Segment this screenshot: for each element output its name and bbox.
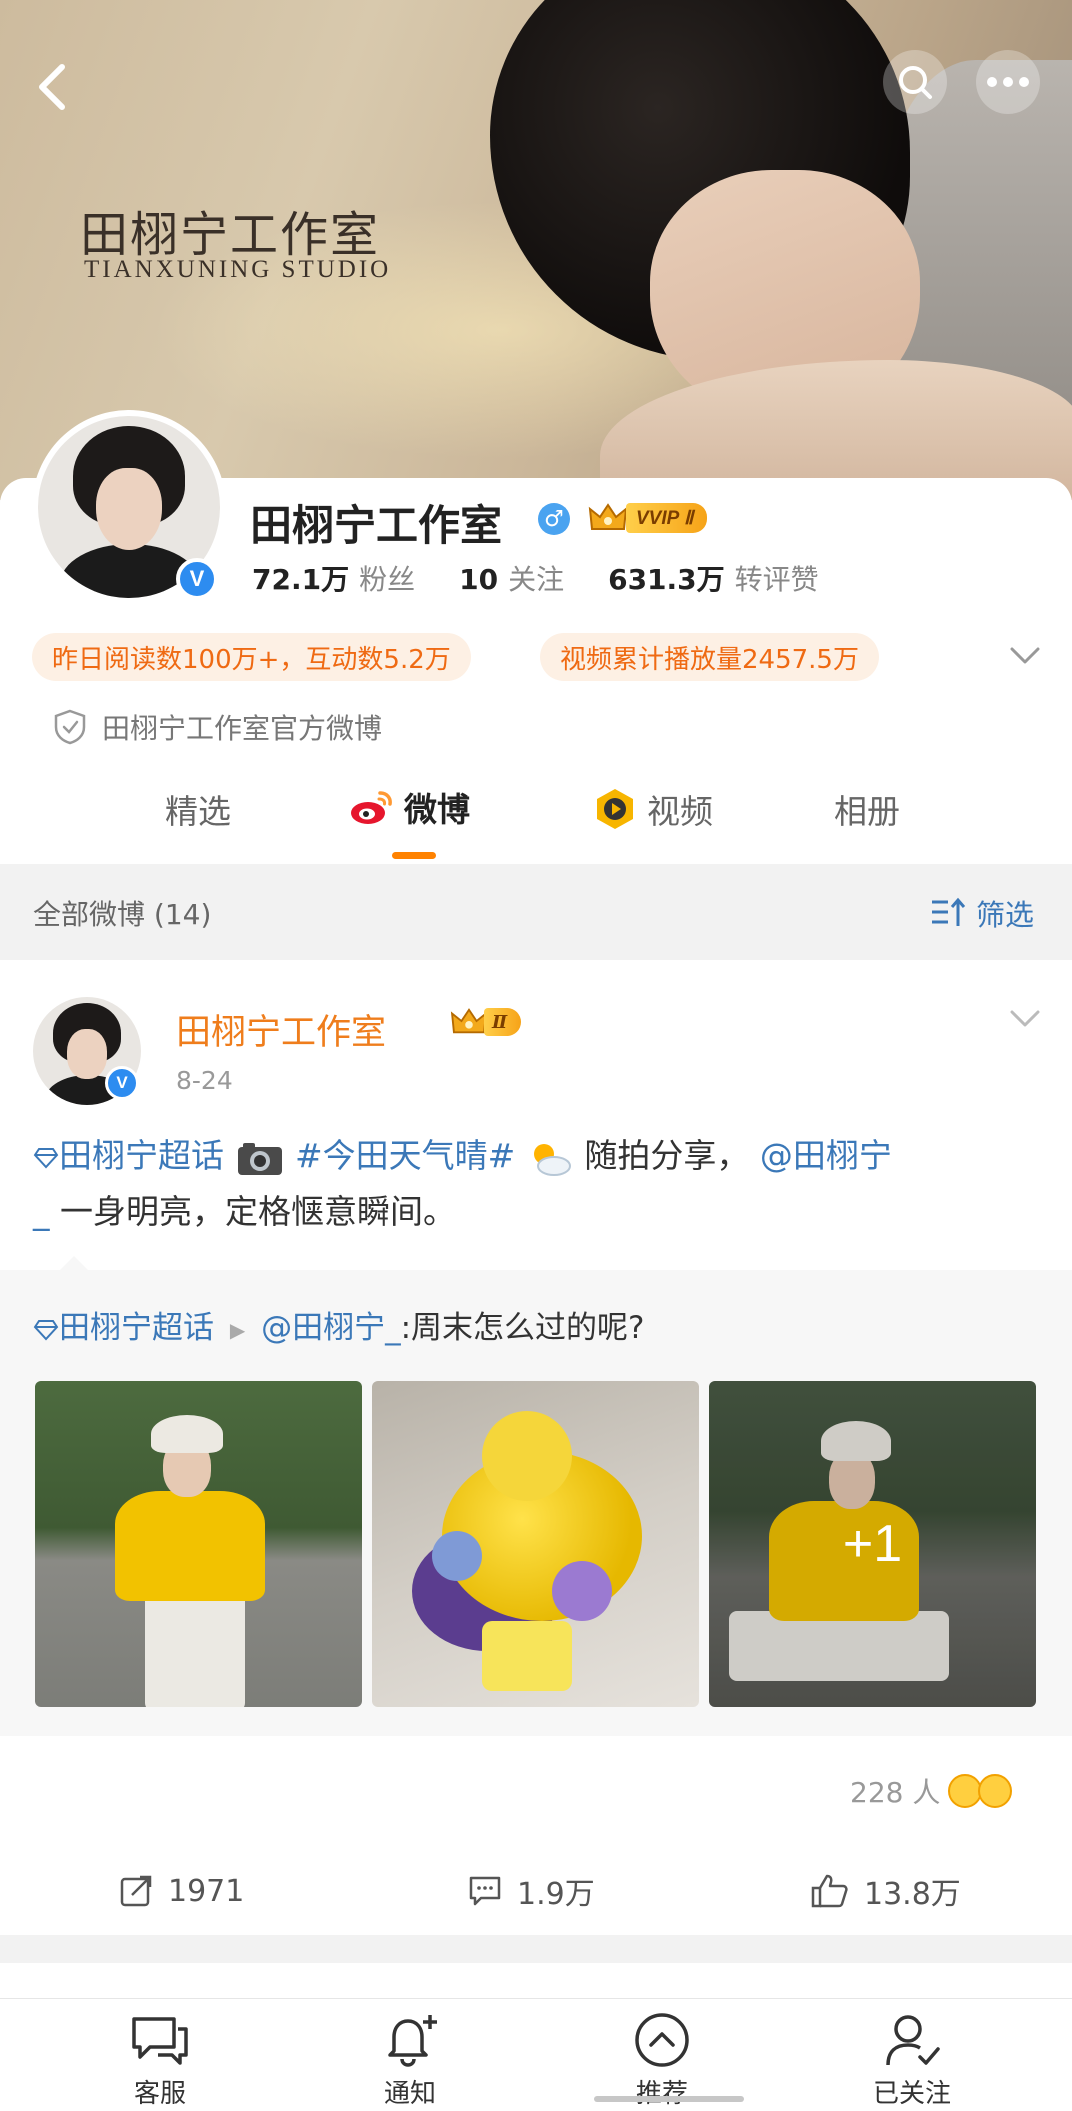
official-description: 田栩宁工作室官方微博 bbox=[52, 707, 382, 747]
grin-emoji-icon bbox=[978, 1774, 1013, 1808]
stat-followers[interactable]: 72.1万 粉丝 bbox=[252, 558, 415, 598]
comment-button[interactable]: 1.9万 bbox=[467, 1851, 595, 1931]
post-image-3[interactable]: +1 bbox=[709, 1381, 1036, 1707]
search-icon bbox=[899, 66, 932, 99]
video-stats-pill[interactable]: 视频累计播放量2457.5万 bbox=[540, 633, 879, 681]
more-images-overlay[interactable]: +1 bbox=[709, 1381, 1036, 1707]
male-icon: ♂ bbox=[538, 503, 570, 535]
diamond-icon bbox=[33, 1319, 59, 1340]
back-arrow-icon bbox=[39, 64, 65, 110]
active-tab-indicator bbox=[392, 852, 436, 859]
nav-customer-service[interactable]: 客服 bbox=[100, 2011, 220, 2110]
play-triangle-icon: ▶ bbox=[229, 1317, 246, 1342]
post-date: 8-24 bbox=[176, 1066, 233, 1095]
like-button[interactable]: 13.8万 bbox=[810, 1851, 961, 1931]
nav-following[interactable]: 已关注 bbox=[852, 2011, 972, 2110]
verified-badge-icon: V bbox=[176, 558, 218, 600]
profile-stats: 72.1万 粉丝 10 关注 631.3万 转评赞 bbox=[252, 558, 863, 598]
up-chevron-circle-icon bbox=[635, 2013, 689, 2067]
likers-summary[interactable]: 228 人 bbox=[850, 1771, 1013, 1811]
profile-page: 田栩宁工作室 TIANXUNING STUDIO V 田栩宁工作室 ♂ VVIP… bbox=[0, 0, 1072, 2111]
camera-emoji-icon bbox=[237, 1142, 282, 1175]
verified-badge-icon: V bbox=[105, 1066, 139, 1100]
banner-title: 田栩宁工作室 bbox=[80, 207, 381, 263]
reading-stats-pill[interactable]: 昨日阅读数100万+，互动数5.2万 bbox=[32, 633, 471, 681]
more-button[interactable] bbox=[976, 50, 1040, 114]
stat-interactions[interactable]: 631.3万 转评赞 bbox=[608, 558, 819, 598]
tab-weibo[interactable]: 微博 bbox=[348, 783, 470, 831]
post-count-label: 全部微博 (14) bbox=[33, 898, 212, 931]
tab-album[interactable]: 相册 bbox=[834, 785, 900, 833]
user-check-icon bbox=[886, 2015, 940, 2066]
crown-icon bbox=[450, 1008, 488, 1034]
tab-video[interactable]: 视频 bbox=[593, 785, 713, 833]
video-play-icon bbox=[597, 789, 633, 829]
home-indicator bbox=[594, 2096, 744, 2102]
vvip-label: VVIP Ⅱ bbox=[626, 503, 708, 533]
post-image-2[interactable] bbox=[372, 1381, 699, 1707]
chat-bubbles-icon bbox=[132, 2017, 188, 2065]
thumbs-up-icon bbox=[811, 1874, 848, 1908]
post-menu-chevron-icon[interactable] bbox=[1008, 1008, 1042, 1034]
next-post-preview bbox=[0, 1963, 1072, 2003]
share-icon bbox=[120, 1875, 152, 1907]
official-text: 田栩宁工作室官方微博 bbox=[102, 712, 383, 745]
post-author-name[interactable]: 田栩宁工作室 bbox=[176, 1004, 386, 1055]
bottom-nav-bar: 客服 通知 推荐 已关注 bbox=[0, 1998, 1072, 2111]
post-vip-badge: Ⅱ bbox=[450, 1006, 522, 1038]
post-divider bbox=[0, 1935, 1072, 1963]
crown-icon bbox=[586, 500, 630, 536]
laugh-emoji-icon bbox=[948, 1774, 983, 1808]
nav-notifications[interactable]: 通知 bbox=[350, 2011, 470, 2110]
filter-button[interactable]: 筛选 bbox=[930, 892, 1034, 934]
hashtag-link[interactable]: #今田天气晴# bbox=[295, 1136, 515, 1175]
sun-cloud-emoji-icon bbox=[533, 1143, 571, 1176]
likers-count: 228 人 bbox=[850, 1776, 941, 1809]
post-text-mid: 随拍分享， bbox=[584, 1136, 750, 1175]
sort-filter-icon bbox=[932, 897, 966, 926]
post-text: 田栩宁超话 #今田天气晴# 随拍分享， @田栩宁 _ 一身明亮，定格惬意瞬间。 bbox=[33, 1128, 1043, 1240]
post-text-end: 一身明亮，定格惬意瞬间。 bbox=[60, 1192, 456, 1231]
vvip-badge[interactable]: VVIP Ⅱ bbox=[586, 500, 708, 536]
more-dots-icon bbox=[987, 77, 1029, 87]
expand-chevron-icon[interactable] bbox=[1008, 645, 1042, 671]
banner-subtitle: TIANXUNING STUDIO bbox=[84, 256, 392, 283]
weibo-logo-icon bbox=[351, 791, 392, 824]
search-button[interactable] bbox=[883, 50, 947, 114]
comment-icon bbox=[469, 1876, 501, 1906]
profile-name: 田栩宁工作室 bbox=[250, 501, 503, 550]
repost-button[interactable]: 1971 bbox=[118, 1851, 244, 1931]
repost-text: :周末怎么过的呢? bbox=[400, 1310, 645, 1346]
repost-mention-link[interactable]: @田栩宁_ bbox=[261, 1310, 401, 1346]
repost-line: 田栩宁超话 ▶ @田栩宁_:周末怎么过的呢? bbox=[33, 1302, 645, 1347]
diamond-icon bbox=[33, 1147, 59, 1168]
post-image-1[interactable] bbox=[35, 1381, 362, 1707]
supertopic-link[interactable]: 田栩宁超话 bbox=[33, 1136, 224, 1175]
filter-bar: 全部微博 (14) 筛选 bbox=[0, 870, 1072, 956]
shield-icon bbox=[54, 709, 86, 745]
tab-featured[interactable]: 精选 bbox=[165, 785, 231, 833]
stat-following[interactable]: 10 关注 bbox=[459, 558, 564, 598]
repost-topic-link[interactable]: 田栩宁超话 bbox=[33, 1310, 214, 1346]
bell-plus-icon bbox=[388, 2015, 437, 2067]
back-button[interactable] bbox=[20, 55, 84, 119]
